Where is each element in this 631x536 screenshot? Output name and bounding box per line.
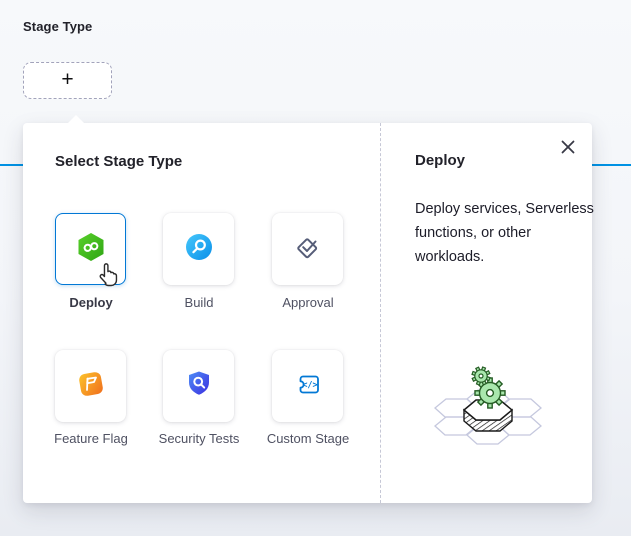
stage-tile-build[interactable]: [163, 213, 234, 285]
tile-label-deploy: Deploy: [46, 294, 136, 312]
stage-tile-feature-flag[interactable]: [55, 350, 126, 422]
pipeline-connector-line-left: [0, 164, 23, 166]
pipeline-connector-line-right: [592, 164, 631, 166]
deploy-stage-icon: [74, 230, 108, 269]
pipeline-canvas: { "stage_type": { "label": "Stage Type" …: [0, 0, 631, 536]
popover-caret: [67, 115, 85, 124]
select-stage-type-popover: Select Stage Type: [23, 123, 592, 503]
hexagon-platform-gears-illustration: [418, 363, 588, 460]
panel-divider: [380, 123, 381, 503]
stage-tile-custom-stage[interactable]: </>: [272, 350, 343, 422]
tile-label-approval: Approval: [263, 294, 353, 312]
tile-label-custom-stage: Custom Stage: [263, 430, 353, 448]
tile-label-security-tests: Security Tests: [154, 430, 244, 448]
plus-icon: +: [61, 69, 73, 90]
popover-title: Select Stage Type: [55, 153, 182, 170]
stage-type-label: Stage Type: [23, 19, 92, 34]
security-tests-stage-icon: [182, 367, 216, 406]
feature-flag-stage-icon: [74, 367, 108, 406]
stage-tile-approval[interactable]: [272, 213, 343, 285]
stage-tile-deploy[interactable]: [55, 213, 126, 285]
tile-label-feature-flag: Feature Flag: [46, 430, 136, 448]
build-stage-icon: [182, 230, 216, 269]
custom-stage-icon: </>: [291, 367, 325, 406]
svg-text:</>: </>: [302, 380, 317, 390]
close-button[interactable]: [557, 136, 579, 158]
stage-tile-security-tests[interactable]: [163, 350, 234, 422]
tile-label-build: Build: [154, 294, 244, 312]
add-stage-button[interactable]: +: [23, 62, 112, 99]
detail-panel-description: Deploy services, Serverless functions, o…: [415, 197, 595, 269]
approval-stage-icon: [291, 230, 325, 269]
detail-panel-title: Deploy: [415, 152, 465, 169]
close-icon: [560, 139, 576, 155]
